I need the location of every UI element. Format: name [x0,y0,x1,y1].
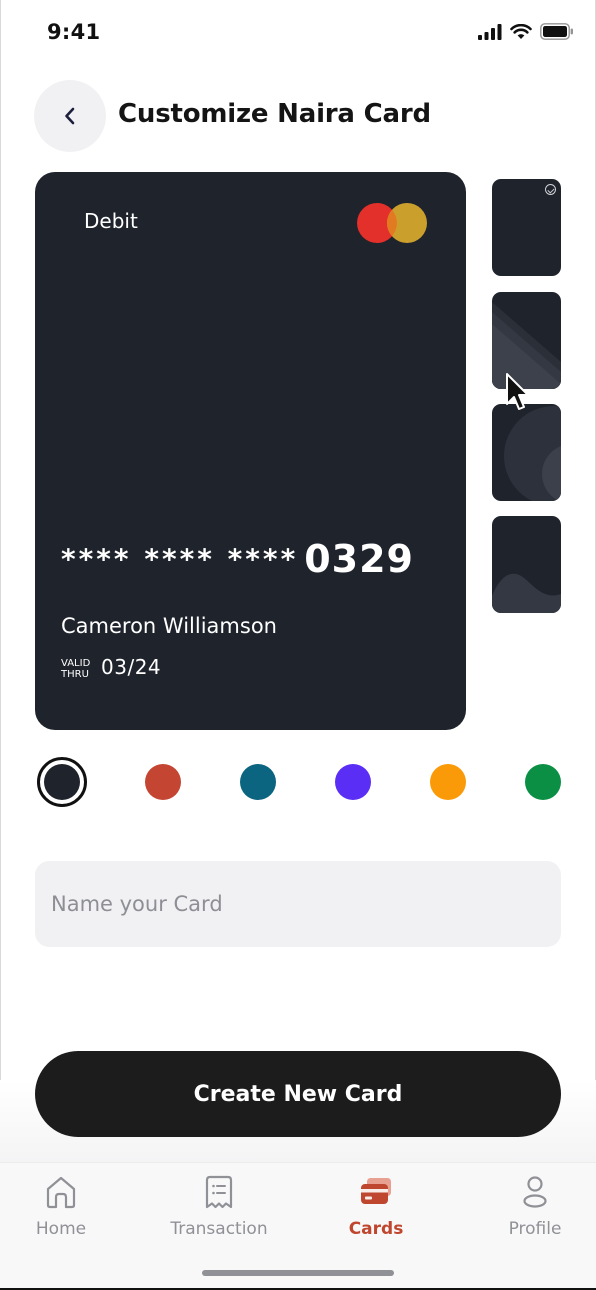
create-card-button[interactable]: Create New Card [35,1051,561,1137]
color-swatch-orange[interactable] [430,764,466,800]
selected-check-icon [545,184,556,195]
tab-profile[interactable]: Profile [470,1175,596,1239]
receipt-icon [205,1175,233,1209]
color-swatch-green[interactable] [525,764,561,800]
signal-icon [478,23,502,40]
design-thumbnail-circles[interactable] [492,404,561,501]
circles-pattern [504,406,561,501]
home-indicator [202,1270,394,1276]
waves-pattern [492,573,561,613]
expiry-date: 03/24 [101,655,162,679]
tab-label-cards: Cards [348,1219,404,1239]
status-time: 9:41 [47,20,101,44]
back-button[interactable] [34,80,106,152]
tab-label-profile: Profile [508,1219,562,1239]
card-name-input[interactable] [35,861,561,947]
card-holder-name: Cameron Williamson [61,614,277,638]
tab-label-home: Home [35,1219,87,1239]
color-swatch-dark-navy[interactable] [37,757,87,807]
swatch-fill [44,764,80,800]
tab-label-transaction: Transaction [170,1219,268,1239]
chevron-left-icon [65,107,75,125]
color-swatch-rust[interactable] [145,764,181,800]
wifi-icon [510,23,532,39]
valid-thru-label: VALID THRU [61,658,91,680]
design-thumbnail-plain[interactable] [492,179,561,276]
card-number: **** **** **** 0329 [61,537,414,581]
tab-cards[interactable]: Cards [311,1175,441,1239]
page-title: Customize Naira Card [118,99,431,129]
color-swatch-teal[interactable] [240,764,276,800]
home-icon [46,1176,76,1209]
tab-transaction[interactable]: Transaction [154,1175,284,1239]
status-icons [478,23,574,40]
card-preview: Debit **** **** **** 0329 Cameron William… [35,172,466,730]
last-four-digits: 0329 [304,537,414,581]
mastercard-logo-icon [357,203,427,243]
mouse-cursor-icon [506,373,529,410]
masked-digits: **** **** **** [61,542,299,576]
card-icon [361,1178,391,1204]
card-type-label: Debit [84,209,138,233]
color-swatch-violet[interactable] [335,764,371,800]
profile-icon [523,1176,547,1208]
design-thumbnail-waves[interactable] [492,516,561,613]
battery-icon [540,23,573,40]
tab-home[interactable]: Home [0,1175,126,1239]
